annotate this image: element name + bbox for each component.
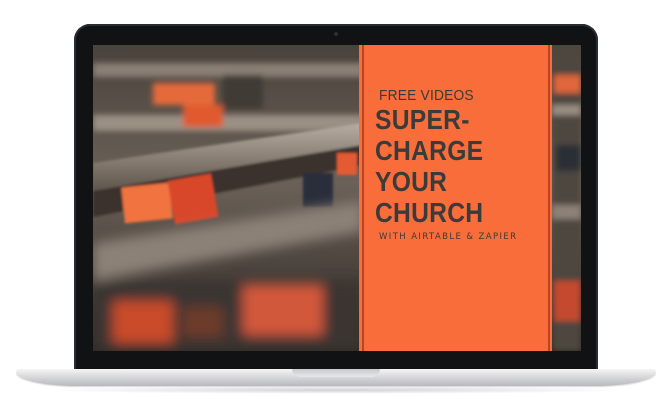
webcam-icon (334, 32, 338, 36)
headline-line: SUPER- (375, 104, 470, 135)
headline-line: CHURCH (375, 197, 484, 228)
laptop-base-notch (292, 369, 380, 377)
panel-divider-left (362, 45, 364, 351)
headline-line: CHARGE (375, 135, 484, 166)
promo-subline: WITH AIRTABLE & ZAPIER (379, 232, 518, 242)
laptop-screen: FREE VIDEOS SUPER- CHARGE YOUR CHURCH WI… (93, 45, 581, 351)
promo-kicker: FREE VIDEOS (379, 87, 474, 104)
laptop-shadow (40, 386, 632, 394)
panel-divider-right (548, 45, 550, 351)
headline-line: YOUR (375, 166, 448, 197)
promo-headline: SUPER- CHARGE YOUR CHURCH (375, 104, 545, 228)
